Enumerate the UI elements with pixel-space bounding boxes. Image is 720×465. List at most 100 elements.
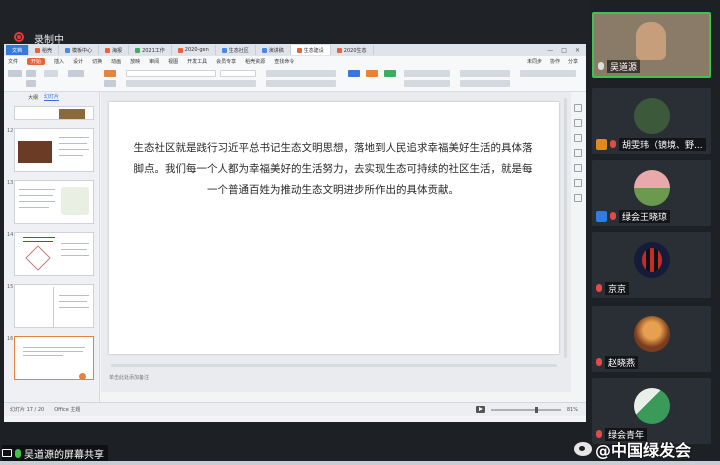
notes-placeholder[interactable]: 单击此处添加备注 xyxy=(109,374,149,381)
menu-animation[interactable]: 动画 xyxy=(111,58,121,65)
theme-name: Office 主题 xyxy=(54,407,81,413)
horizontal-scrollbar[interactable] xyxy=(111,364,557,367)
menu-search-command[interactable]: 查找命令 xyxy=(274,58,294,65)
tool-icon[interactable] xyxy=(574,194,582,202)
participant-name-label: 吴道源 xyxy=(598,59,641,73)
thumb-map xyxy=(61,187,89,215)
participant-name-label: 赵晓燕 xyxy=(596,355,639,369)
tab-slides[interactable]: 幻灯片 xyxy=(44,93,60,101)
tab-home[interactable]: 文档 xyxy=(6,45,30,55)
tab-docer[interactable]: 稻壳 xyxy=(29,45,60,55)
menu-design[interactable]: 设计 xyxy=(73,58,83,65)
screen-share-icon xyxy=(2,449,12,457)
participant-tile[interactable]: 赵晓燕 xyxy=(592,306,711,372)
close-icon[interactable]: ✕ xyxy=(575,47,580,54)
menu-view[interactable]: 视图 xyxy=(168,58,178,65)
tool-icon[interactable] xyxy=(574,104,582,112)
tab-doc-5[interactable]: 2020-gen xyxy=(172,45,216,55)
sync-status[interactable]: 未同步 xyxy=(527,58,542,65)
participant-tile[interactable]: 胡雯玮（镜境、野... xyxy=(592,88,711,154)
find-replace-row[interactable] xyxy=(460,70,510,77)
slide-body-text[interactable]: 生态社区就是践行习近平总书记生态文明思想，落地到人民追求幸福美好生活的具体落脚点… xyxy=(133,138,533,201)
menu-start[interactable]: 开始 xyxy=(27,57,46,65)
thumb-image xyxy=(59,109,85,119)
menu-developer[interactable]: 开发工具 xyxy=(187,58,207,65)
menu-review[interactable]: 审阅 xyxy=(149,58,159,65)
format-painter-icon[interactable] xyxy=(44,70,58,77)
doc-icon xyxy=(65,47,71,53)
slide-thumbnail[interactable] xyxy=(14,180,94,224)
font-style-row[interactable] xyxy=(126,80,256,87)
menu-file[interactable]: 文件 xyxy=(8,58,18,65)
participant-tile[interactable]: 绿会王晓琼 xyxy=(592,160,711,226)
mic-muted-icon xyxy=(596,284,602,292)
textbox-icon[interactable] xyxy=(348,70,360,77)
slide-thumbnail[interactable] xyxy=(14,106,94,120)
paste-icon[interactable] xyxy=(8,70,22,77)
tool-icon[interactable] xyxy=(574,134,582,142)
participant-tile[interactable]: 京京 xyxy=(592,232,711,298)
tool-icon[interactable] xyxy=(574,164,582,172)
new-slide-icon[interactable] xyxy=(68,70,84,77)
slide-thumbnail[interactable] xyxy=(14,232,94,276)
arrange-row[interactable] xyxy=(404,70,450,77)
participant-tile[interactable]: 吴道源 xyxy=(592,12,711,78)
minimize-icon[interactable]: — xyxy=(547,47,553,54)
tool-icon[interactable] xyxy=(574,149,582,157)
tab-template-center[interactable]: 模板中心 xyxy=(59,45,100,55)
tab-poster[interactable]: 海报 xyxy=(99,45,130,55)
cut-icon[interactable] xyxy=(26,70,36,77)
shape-style-row[interactable] xyxy=(404,80,450,87)
paragraph-row[interactable] xyxy=(266,70,336,77)
tool-icon[interactable] xyxy=(574,179,582,187)
tab-doc-7[interactable]: 演讲稿 xyxy=(256,45,291,55)
tab-doc-6[interactable]: 生态社区 xyxy=(216,45,256,55)
maximize-icon[interactable]: □ xyxy=(561,47,567,54)
vertical-scrollbar[interactable] xyxy=(564,98,567,358)
font-size-select[interactable] xyxy=(220,70,256,77)
play-slideshow-icon[interactable] xyxy=(475,406,485,413)
tab-doc-4[interactable]: 2021工作 xyxy=(129,45,172,55)
doc-icon xyxy=(105,47,111,53)
zoom-controls: 81% xyxy=(475,406,586,413)
slide-thumbnail-panel: 大纲 幻灯片 12 13 14 15 16 xyxy=(4,92,100,408)
current-slide[interactable]: 生态社区就是践行习近平总书记生态文明思想，落地到人民追求幸福美好生活的具体落脚点… xyxy=(109,102,559,354)
menu-insert[interactable]: 插入 xyxy=(54,58,64,65)
menu-docer-resources[interactable]: 稻壳资源 xyxy=(245,58,265,65)
select-row[interactable] xyxy=(460,80,510,87)
participant-name-label: 绿会王晓琼 xyxy=(596,209,671,223)
slide-action-icon[interactable] xyxy=(79,373,86,379)
extra-tools-row[interactable] xyxy=(520,70,576,77)
club-logo-icon xyxy=(642,248,662,272)
tab-doc-9[interactable]: 2020生态 xyxy=(331,45,374,55)
menu-transition[interactable]: 切换 xyxy=(92,58,102,65)
slide-number: 12 xyxy=(7,128,14,134)
collab-button[interactable]: 协作 xyxy=(550,58,560,65)
menu-member[interactable]: 会员专享 xyxy=(216,58,236,65)
slide-thumbnail[interactable] xyxy=(14,128,94,172)
menu-slideshow[interactable]: 放映 xyxy=(130,58,140,65)
share-button[interactable]: 分享 xyxy=(568,58,578,65)
reset-icon[interactable] xyxy=(104,80,116,87)
tool-icon[interactable] xyxy=(574,119,582,127)
slide-thumbnail-current[interactable] xyxy=(14,336,94,380)
participant-tile[interactable]: 绿会青年 xyxy=(592,378,711,444)
menu-right-group: 未同步 协作 分享 xyxy=(527,58,586,65)
layout-icon[interactable] xyxy=(104,70,116,77)
menu-bar: 文件 开始 插入 设计 切换 动画 放映 审阅 视图 开发工具 会员专享 稻壳资… xyxy=(4,56,586,66)
ribbon-toolbar xyxy=(4,66,586,92)
zoom-slider[interactable] xyxy=(490,406,561,413)
slide-counter: 幻灯片 17 / 20 xyxy=(10,407,45,413)
tab-outline[interactable]: 大纲 xyxy=(28,94,38,101)
shape-icon[interactable] xyxy=(366,70,378,77)
avatar xyxy=(634,242,670,278)
picture-icon[interactable] xyxy=(384,70,396,77)
screen-share-label: 吴道源的屏幕共享 xyxy=(2,445,108,461)
panel-tabs: 大纲 幻灯片 xyxy=(4,92,99,102)
font-family-select[interactable] xyxy=(126,70,216,77)
slide-thumbnail[interactable] xyxy=(14,284,94,328)
copy-icon[interactable] xyxy=(26,80,36,87)
align-row[interactable] xyxy=(266,80,336,87)
avatar xyxy=(634,316,670,352)
tab-doc-active[interactable]: 生态建设 xyxy=(290,45,331,55)
